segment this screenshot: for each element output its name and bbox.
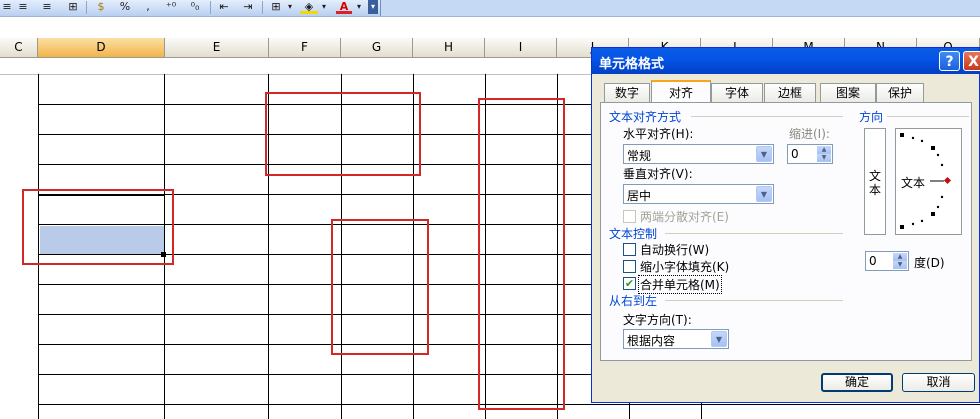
group-divider (691, 116, 843, 117)
indent-spin-arrows[interactable]: ▲ ▼ (817, 146, 831, 162)
ok-button[interactable]: 确定 (821, 373, 893, 392)
shrink-to-fit-label: 缩小字体填充(K) (640, 260, 730, 274)
orientation-group-label: 方向 (859, 110, 884, 124)
tab-patterns[interactable]: 图案 (820, 83, 876, 102)
tab-border[interactable]: 边框 (764, 83, 816, 102)
text-direction-select[interactable]: 根据内容 ▼ (623, 329, 729, 349)
tab-number[interactable]: 数字 (604, 83, 650, 102)
degrees-label: 度(D) (914, 256, 945, 270)
format-cells-dialog: 单元格格式 ? X 数字 对齐 字体 边框 图案 保护 文本对齐方式 水平对齐(… (591, 47, 980, 403)
text-alignment-group-label: 文本对齐方式 (609, 110, 682, 124)
group-divider (887, 116, 969, 117)
spin-down-icon[interactable]: ▼ (893, 261, 907, 269)
vertical-text-toggle[interactable]: 文本 (864, 128, 886, 235)
indent-label: 缩进(I): (789, 127, 830, 141)
indent-value: 0 (791, 147, 799, 161)
degrees-stepper[interactable]: 0 ▲ ▼ (865, 251, 909, 271)
tab-font[interactable]: 字体 (711, 83, 763, 102)
spin-up-icon[interactable]: ▲ (893, 253, 907, 261)
vertical-align-select[interactable]: 居中 ▼ (623, 184, 774, 204)
horizontal-align-value: 常规 (627, 149, 652, 163)
spin-up-icon[interactable]: ▲ (817, 146, 831, 154)
chevron-down-icon[interactable]: ▼ (711, 331, 727, 347)
text-control-group-label: 文本控制 (609, 227, 658, 241)
shrink-to-fit-checkbox[interactable] (623, 260, 636, 273)
wrap-text-label: 自动换行(W) (640, 243, 710, 257)
text-direction-label: 文字方向(T): (623, 313, 692, 327)
right-to-left-group-label: 从右到左 (609, 294, 658, 308)
chevron-down-icon[interactable]: ▼ (756, 186, 772, 202)
annotation-box-d (22, 189, 174, 265)
indent-stepper[interactable]: 0 ▲ ▼ (787, 144, 833, 164)
annotation-box-i (478, 98, 565, 410)
orientation-dial[interactable]: 文本 (895, 128, 962, 235)
merge-cells-checkbox[interactable]: ✔ (623, 277, 636, 290)
dialog-titlebar[interactable]: 单元格格式 ? X (592, 48, 980, 74)
horizontal-align-select[interactable]: 常规 ▼ (623, 144, 774, 164)
vertical-align-value: 居中 (627, 189, 652, 203)
vertical-align-label: 垂直对齐(V): (623, 167, 693, 181)
group-divider (665, 233, 843, 234)
wrap-text-checkbox[interactable] (623, 243, 636, 256)
horizontal-align-label: 水平对齐(H): (623, 127, 694, 141)
dialog-title: 单元格格式 (599, 57, 665, 72)
close-button[interactable]: X (963, 51, 980, 71)
degrees-value: 0 (869, 254, 877, 268)
text-direction-value: 根据内容 (627, 334, 676, 348)
chevron-down-icon[interactable]: ▼ (756, 146, 772, 162)
tab-protection[interactable]: 保护 (876, 83, 924, 102)
annotation-box-g (331, 219, 429, 355)
orientation-dial-text: 文本 (901, 176, 926, 190)
vertical-text-sample: 文本 (869, 169, 882, 197)
justify-distributed-label: 两端分散对齐(E) (640, 210, 729, 224)
help-button[interactable]: ? (939, 51, 960, 71)
annotation-box-fg (265, 92, 421, 176)
degrees-spin-arrows[interactable]: ▲ ▼ (893, 253, 907, 269)
tab-alignment[interactable]: 对齐 (651, 80, 711, 103)
justify-distributed-checkbox[interactable] (623, 210, 636, 223)
spin-down-icon[interactable]: ▼ (817, 154, 831, 162)
group-divider (665, 300, 843, 301)
cancel-button[interactable]: 取消 (902, 373, 975, 392)
